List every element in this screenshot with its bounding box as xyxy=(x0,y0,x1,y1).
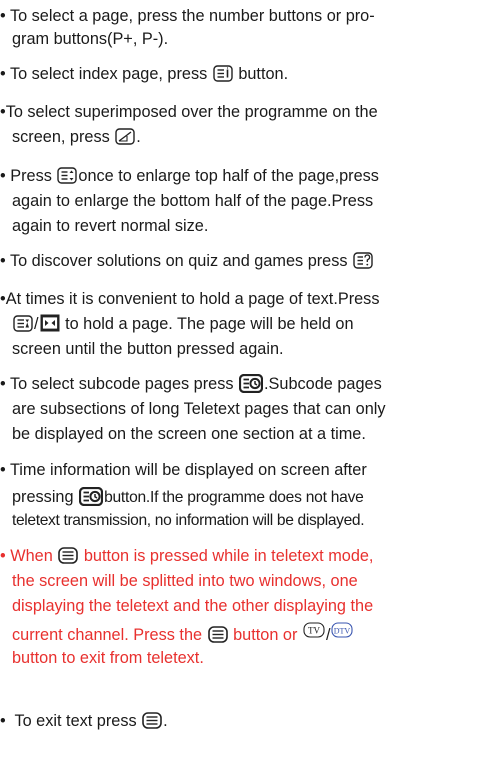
instruction-text: To discover solutions on quiz and games … xyxy=(9,252,348,270)
instruction-superimpose: •To select superimposed over the program… xyxy=(0,101,490,149)
instruction-text: current channel. Press the xyxy=(12,626,203,644)
instruction-index-page: • To select index page, press button. xyxy=(0,63,490,86)
instruction-subcode: • To select subcode pages press .Subcode… xyxy=(0,373,490,446)
instruction-line: To select superimposed over the programm… xyxy=(5,103,378,121)
svg-text:DTV: DTV xyxy=(334,627,351,636)
instruction-select-page: • To select a page, press the number but… xyxy=(0,5,490,51)
svg-text:TV: TV xyxy=(308,626,320,636)
instruction-text: button is pressed while in teletext mode… xyxy=(83,547,374,565)
bullet: • xyxy=(0,712,6,730)
instruction-line: screen until the button pressed again. xyxy=(12,340,284,358)
instruction-text: .Subcode pages xyxy=(264,375,382,393)
instruction-text: When xyxy=(10,547,53,565)
text-icon xyxy=(142,712,162,729)
instruction-line: Time information will be displayed on sc… xyxy=(9,461,367,479)
subcode-icon xyxy=(79,487,104,506)
text-icon xyxy=(207,626,228,643)
instruction-line: displaying the teletext and the other di… xyxy=(12,597,374,615)
instruction-line: gram buttons(P+, P-). xyxy=(12,30,169,48)
instruction-hold: •At times it is convenient to hold a pag… xyxy=(0,288,490,361)
instruction-line: screen, press xyxy=(12,128,110,146)
instruction-text: to hold a page. The page will be held on xyxy=(65,315,354,333)
mix-icon xyxy=(115,128,135,145)
instruction-text: To select index page, press xyxy=(9,65,208,83)
bullet: • xyxy=(0,252,6,270)
instruction-line: button to exit from teletext. xyxy=(12,649,204,667)
hold-icon xyxy=(13,315,33,332)
instruction-line: again to enlarge the bottom half of the … xyxy=(12,192,374,210)
hold-square-icon xyxy=(40,314,60,332)
teletext-instructions-page: • To select a page, press the number but… xyxy=(0,0,498,759)
instruction-line: To select a page, press the number butto… xyxy=(9,7,375,25)
bullet: • xyxy=(0,65,6,83)
instruction-text: To select subcode pages press xyxy=(9,375,234,393)
separator: / xyxy=(34,315,39,333)
bullet: • xyxy=(0,167,6,185)
instruction-line: At times it is convenient to hold a page… xyxy=(5,290,380,308)
instruction-text: pressing xyxy=(12,488,74,506)
bullet: • xyxy=(0,547,6,565)
separator: / xyxy=(325,626,331,644)
instruction-line: again to revert normal size. xyxy=(12,217,209,235)
instruction-split-screen: • When button is pressed while in telete… xyxy=(0,545,490,670)
instruction-end: . xyxy=(136,128,141,146)
dtv-icon: DTV xyxy=(331,622,354,638)
instruction-text: button. xyxy=(238,65,289,83)
instruction-line: teletext transmission, no information wi… xyxy=(12,512,365,529)
instruction-end: . xyxy=(163,712,168,730)
instruction-time: • Time information will be displayed on … xyxy=(0,459,490,532)
bullet: • xyxy=(0,461,6,479)
instruction-text: To exit text press xyxy=(14,712,137,730)
size-icon xyxy=(57,167,77,184)
instruction-text: once to enlarge top half of the page,pre… xyxy=(78,167,379,185)
tv-icon: TV xyxy=(303,622,325,638)
instruction-line: the screen will be splitted into two win… xyxy=(12,572,358,590)
subcode-icon xyxy=(239,374,264,393)
instruction-line: be displayed on the screen one section a… xyxy=(12,425,366,443)
instruction-text: button or xyxy=(233,626,298,644)
instruction-text: button.If the programme does not have xyxy=(104,489,364,506)
reveal-icon xyxy=(353,252,373,269)
instruction-line: are subsections of long Teletext pages t… xyxy=(12,400,386,418)
instruction-exit-text: • To exit text press . xyxy=(0,710,490,733)
index-icon xyxy=(213,65,233,82)
bullet: • xyxy=(0,7,6,25)
instruction-text: Press xyxy=(10,167,52,185)
text-icon xyxy=(58,547,79,564)
bullet: • xyxy=(0,375,6,393)
instruction-size: • Press once to enlarge top half of the … xyxy=(0,165,490,238)
instruction-reveal: • To discover solutions on quiz and game… xyxy=(0,250,490,273)
